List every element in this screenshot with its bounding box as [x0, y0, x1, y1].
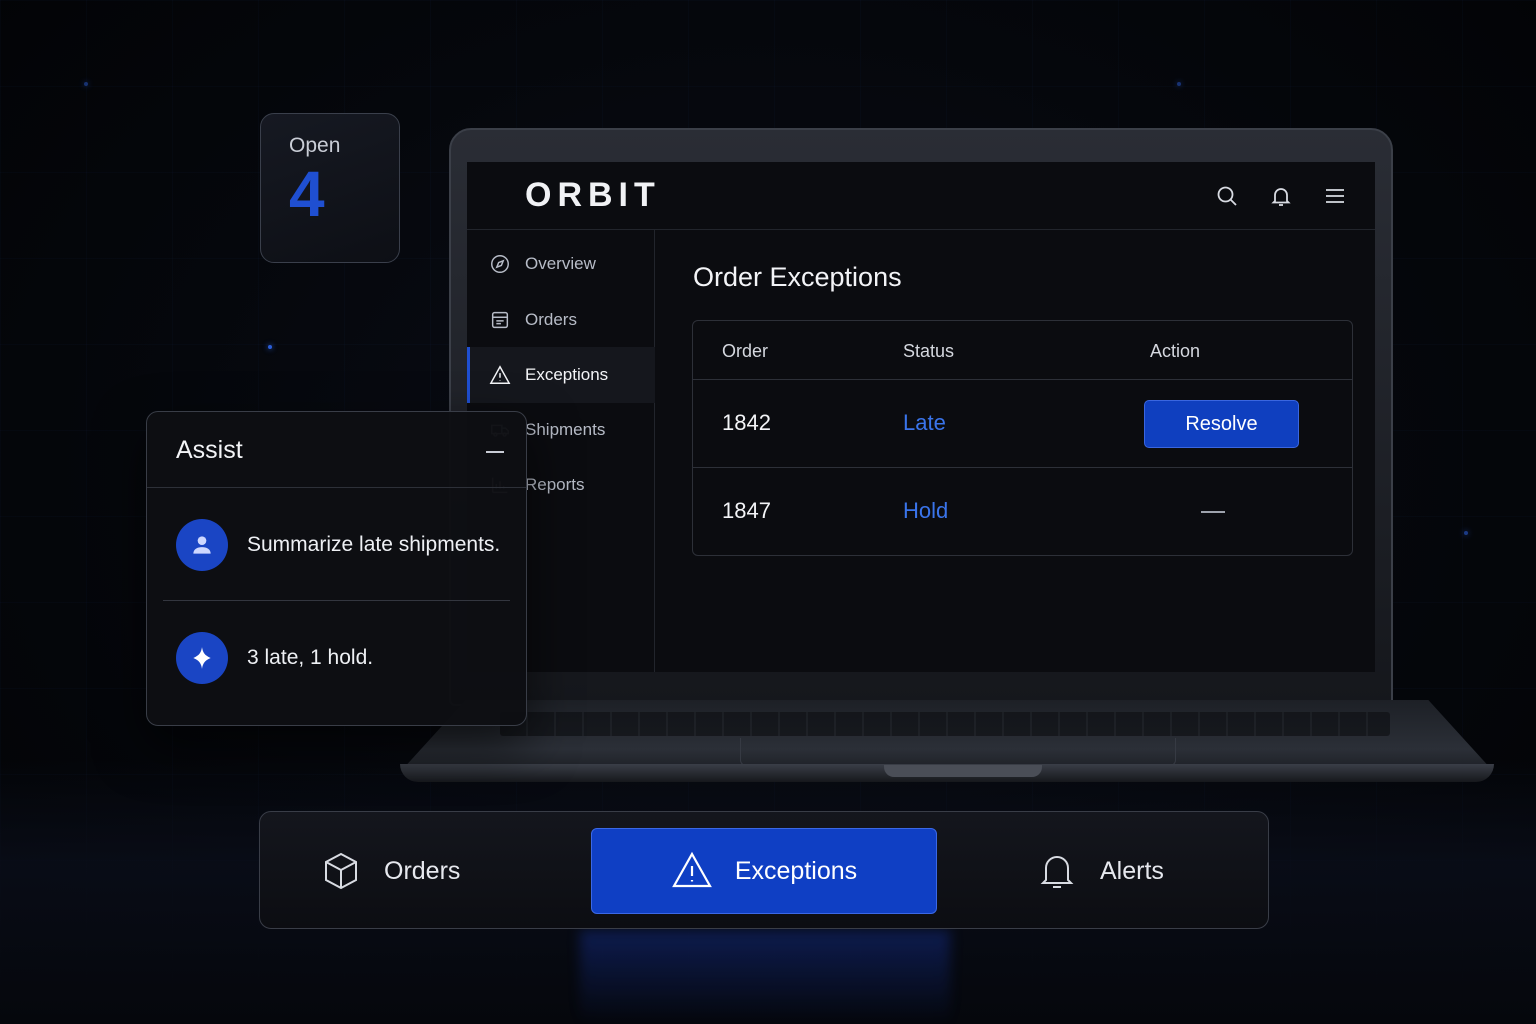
app-logo: ORBIT — [525, 176, 661, 214]
keyboard — [500, 712, 1390, 736]
table-row: 1842 Late Resolve — [693, 380, 1352, 468]
warning-icon — [489, 365, 511, 384]
column-header-order: Order — [722, 341, 769, 361]
divider — [163, 600, 510, 601]
chat-message-text: 3 late, 1 hold. — [247, 646, 374, 669]
glow-dot — [1177, 82, 1181, 86]
tab-orders[interactable]: Orders — [320, 828, 580, 914]
app-topbar: ORBIT — [467, 162, 1375, 230]
resolve-button[interactable]: Resolve — [1144, 400, 1299, 448]
tab-label: Alerts — [1100, 856, 1164, 885]
app-screen: ORBIT Overview Orders Exceptions Shipmen… — [467, 162, 1375, 672]
tab-alerts[interactable]: Alerts — [1036, 828, 1236, 914]
assist-panel: Assist Summarize late shipments. 3 late,… — [146, 411, 527, 726]
floor-glow — [580, 930, 950, 1024]
no-action-dash — [1201, 511, 1225, 513]
box-icon — [325, 852, 357, 890]
glow-dot — [1464, 531, 1468, 535]
glow-dot — [268, 345, 272, 349]
avatar — [176, 632, 228, 684]
assist-title: Assist — [176, 436, 243, 464]
sidebar-item-label: Shipments — [525, 420, 606, 439]
sidebar-item-label: Overview — [525, 254, 596, 273]
column-header-status: Status — [903, 341, 955, 361]
sidebar-item-label: Reports — [525, 475, 585, 494]
order-id: 1842 — [722, 410, 771, 435]
assist-header: Assist — [147, 412, 526, 488]
menu-icon[interactable] — [1323, 184, 1347, 208]
page-title: Order Exceptions — [693, 262, 902, 292]
table-header: Order Status Action — [693, 321, 1352, 380]
exceptions-table: Order Status Action 1842 Late Resolve 18… — [692, 320, 1353, 556]
warning-icon — [671, 851, 712, 888]
bottom-tab-bar: Orders Exceptions Alerts — [259, 811, 1269, 929]
order-id: 1847 — [722, 498, 771, 523]
bell-icon[interactable] — [1269, 184, 1293, 208]
sidebar-item-label: Orders — [525, 310, 577, 329]
sidebar-item-overview[interactable]: Overview — [467, 236, 655, 292]
chat-message-assistant: 3 late, 1 hold. — [176, 632, 516, 684]
user-icon — [193, 536, 211, 554]
table-row: 1847 Hold — [693, 468, 1352, 556]
chat-message-text: Summarize late shipments. — [247, 533, 501, 556]
compass-icon — [491, 255, 509, 273]
sidebar-item-exceptions[interactable]: Exceptions — [467, 347, 655, 403]
sidebar-item-orders[interactable]: Orders — [467, 292, 655, 348]
tab-exceptions[interactable]: Exceptions — [591, 828, 937, 914]
status-badge: Hold — [903, 498, 949, 523]
status-badge: Late — [903, 410, 946, 435]
laptop-notch — [884, 765, 1042, 777]
sparkle-icon — [193, 647, 211, 669]
top-icons — [1215, 184, 1347, 208]
bell-icon — [1040, 856, 1074, 888]
sidebar-item-label: Exceptions — [525, 365, 609, 384]
open-count-card: Open 4 — [260, 113, 400, 263]
glow-dot — [84, 82, 88, 86]
calendar-icon — [491, 311, 509, 329]
search-icon[interactable] — [1215, 184, 1239, 208]
tab-label: Orders — [384, 856, 461, 885]
open-label: Open — [289, 134, 341, 157]
tab-label: Exceptions — [734, 856, 858, 885]
minimize-icon[interactable] — [486, 451, 504, 453]
chat-message-user: Summarize late shipments. — [176, 519, 516, 571]
column-header-action: Action — [1150, 341, 1201, 361]
avatar — [176, 519, 228, 571]
trackpad — [740, 738, 1176, 766]
open-count: 4 — [289, 158, 325, 230]
